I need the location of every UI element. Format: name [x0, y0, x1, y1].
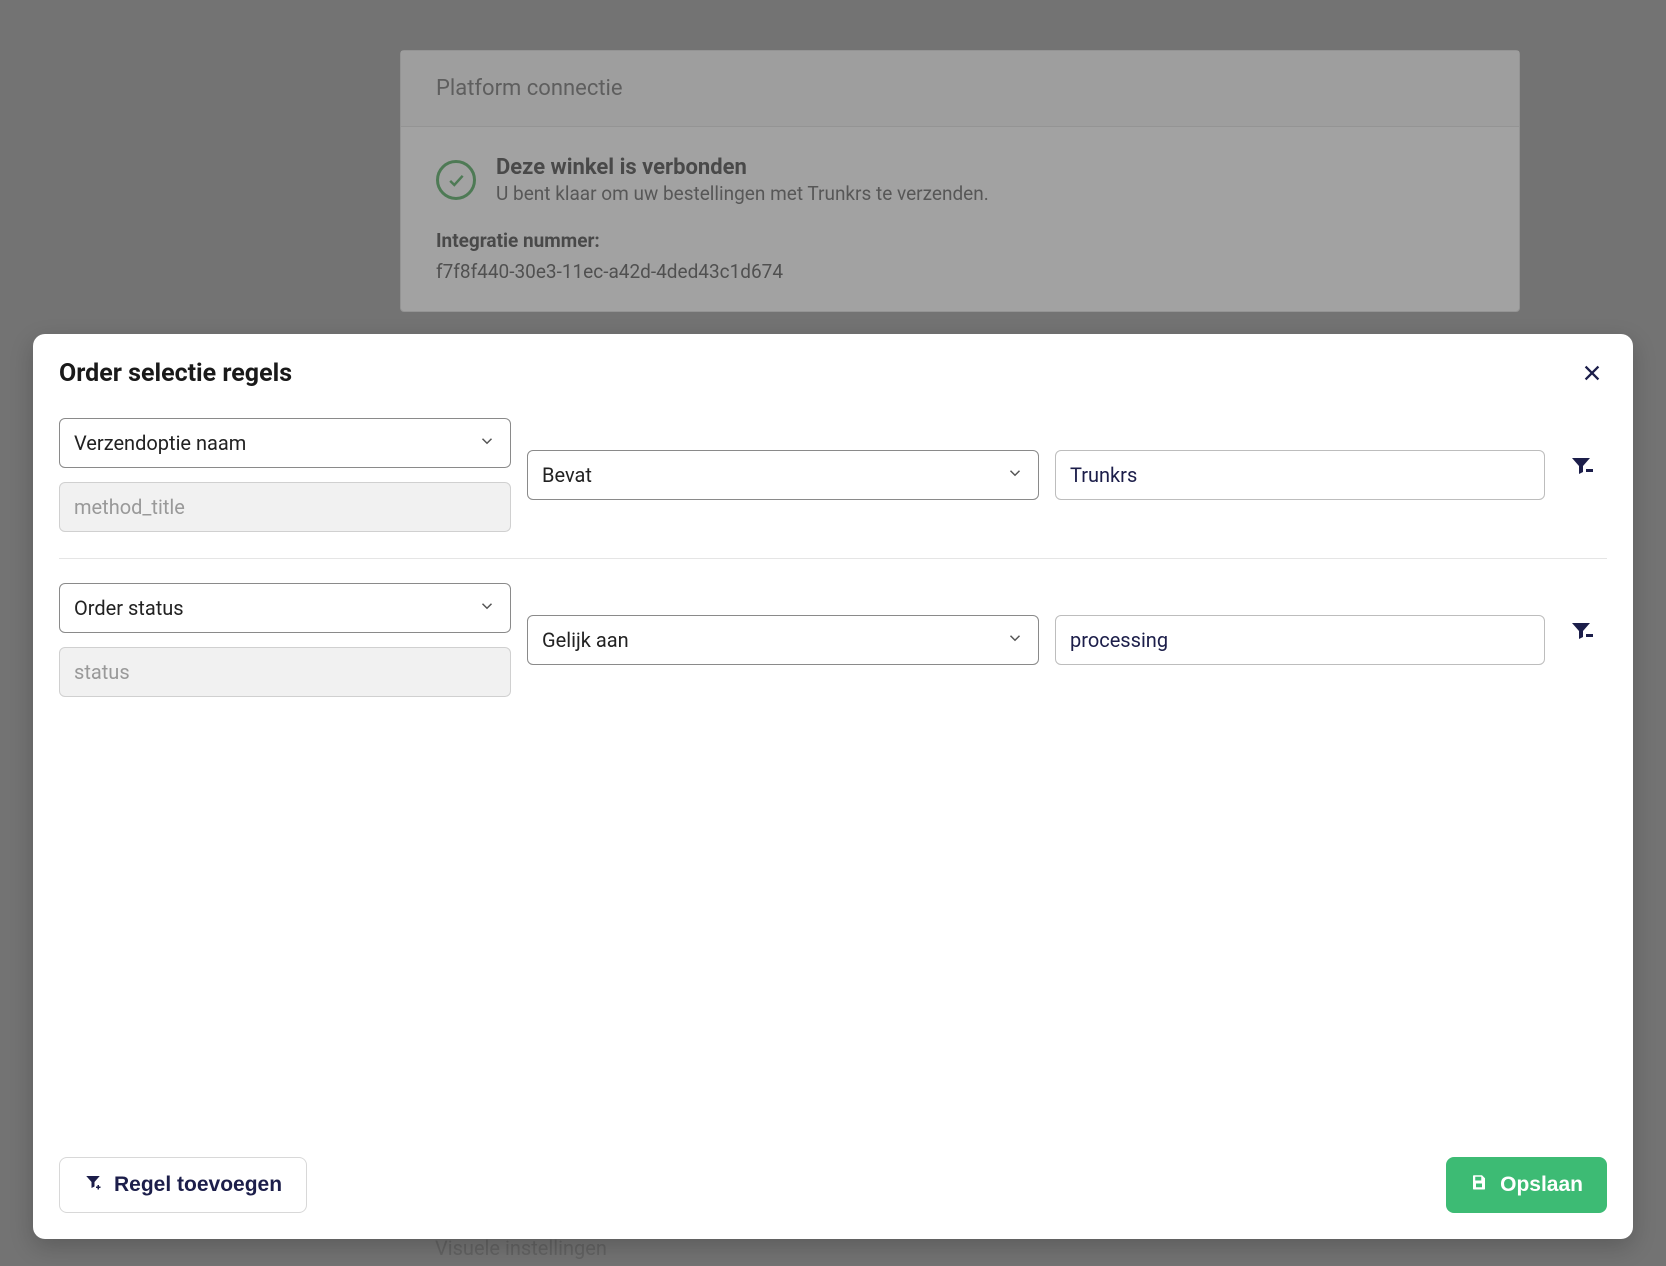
order-rules-modal: Order selectie regels Verzendoptie naam … — [33, 334, 1633, 1239]
save-label: Opslaan — [1500, 1173, 1583, 1197]
operator-select[interactable]: Bevat — [527, 450, 1039, 500]
add-rule-label: Regel toevoegen — [114, 1173, 282, 1197]
field-select-label: Order status — [74, 596, 184, 620]
save-button[interactable]: Opslaan — [1446, 1157, 1607, 1213]
operator-select-label: Gelijk aan — [542, 628, 629, 652]
chevron-down-icon — [1006, 463, 1024, 487]
field-key-display: status — [59, 647, 511, 697]
field-select[interactable]: Verzendoptie naam — [59, 418, 511, 468]
operator-select-label: Bevat — [542, 463, 592, 487]
modal-title: Order selectie regels — [59, 359, 292, 388]
rule-row: Order status status Gelijk aan — [59, 583, 1607, 723]
value-input[interactable] — [1055, 450, 1545, 500]
filter-remove-icon[interactable] — [1569, 454, 1593, 482]
field-select[interactable]: Order status — [59, 583, 511, 633]
rules-list: Verzendoptie naam method_title Bevat — [59, 418, 1607, 1157]
add-rule-button[interactable]: Regel toevoegen — [59, 1157, 307, 1213]
rule-row: Verzendoptie naam method_title Bevat — [59, 418, 1607, 559]
close-button[interactable] — [1577, 358, 1607, 388]
filter-remove-icon[interactable] — [1569, 619, 1593, 647]
field-select-label: Verzendoptie naam — [74, 431, 246, 455]
chevron-down-icon — [478, 596, 496, 620]
value-input[interactable] — [1055, 615, 1545, 665]
chevron-down-icon — [478, 431, 496, 455]
field-key-display: method_title — [59, 482, 511, 532]
operator-select[interactable]: Gelijk aan — [527, 615, 1039, 665]
chevron-down-icon — [1006, 628, 1024, 652]
save-icon — [1470, 1173, 1488, 1197]
filter-add-icon — [84, 1173, 102, 1197]
